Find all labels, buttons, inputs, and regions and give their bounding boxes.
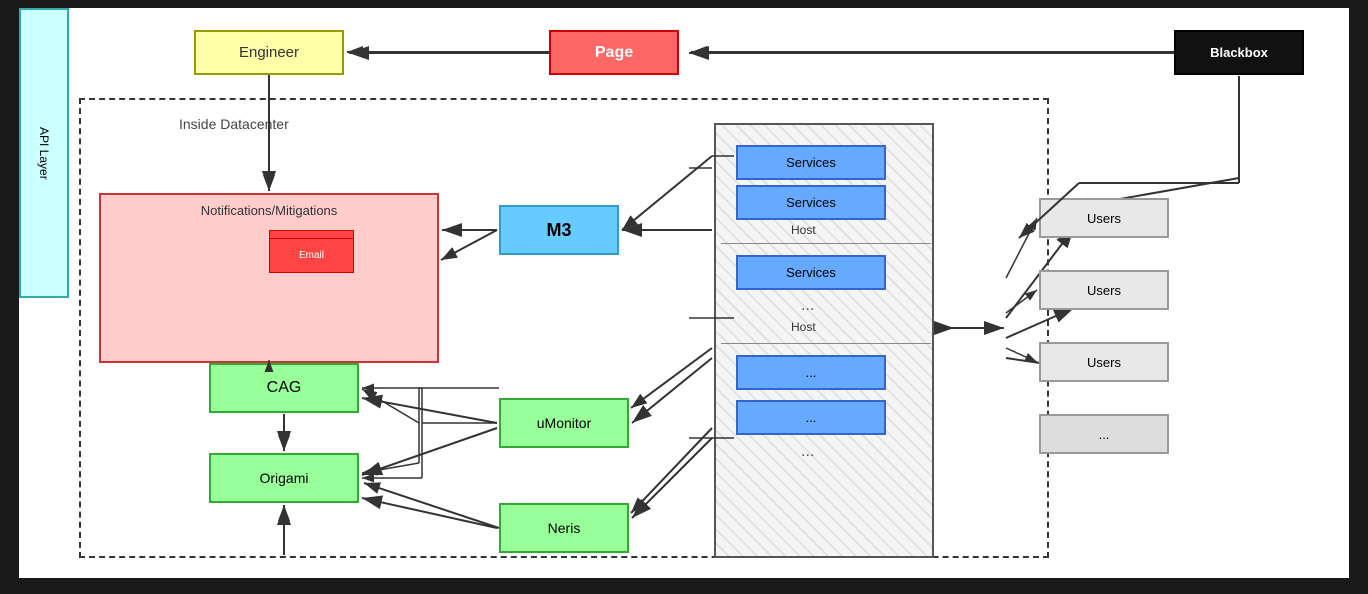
blackbox-box: Blackbox	[1174, 30, 1304, 75]
host-label-2: Host	[791, 320, 816, 334]
origami-label: Origami	[259, 470, 308, 486]
m3-box: M3	[499, 205, 619, 255]
email-btn[interactable]: Email	[269, 238, 354, 273]
dots-label-1: ...	[801, 297, 814, 315]
notifications-title: Notifications/Mitigations	[201, 203, 338, 218]
inside-datacenter-label: Inside Datacenter	[179, 116, 289, 132]
users-label-1: Users	[1087, 211, 1121, 226]
services-box-1: Services	[736, 145, 886, 180]
dots-box-3: ...	[736, 400, 886, 435]
cag-label: CAG	[267, 379, 302, 397]
page-label: Page	[595, 44, 633, 62]
notifications-box: Notifications/Mitigations Config Rollbac…	[99, 193, 439, 363]
umonitor-label: uMonitor	[537, 415, 591, 431]
page-box: Page	[549, 30, 679, 75]
users-label-2: Users	[1087, 283, 1121, 298]
users-box-3: Users	[1039, 342, 1169, 382]
hosts-region: Services Services Host Services ... Host…	[714, 123, 934, 558]
users-box-1: Users	[1039, 198, 1169, 238]
api-layer-label: API Layer	[37, 127, 51, 180]
umonitor-box: uMonitor	[499, 398, 629, 448]
blackbox-label: Blackbox	[1210, 45, 1268, 60]
origami-box: Origami	[209, 453, 359, 503]
neris-label: Neris	[548, 520, 581, 536]
services-box-3: Services	[736, 255, 886, 290]
engineer-box: Engineer	[194, 30, 344, 75]
dots-label-bottom: ...	[801, 443, 814, 461]
users-box-2: Users	[1039, 270, 1169, 310]
users-label-4: ...	[1099, 427, 1110, 442]
users-label-3: Users	[1087, 355, 1121, 370]
api-layer-box: API Layer	[19, 8, 69, 298]
users-box-4: ...	[1039, 414, 1169, 454]
dots-3: ...	[806, 410, 817, 425]
neris-box: Neris	[499, 503, 629, 553]
dots-2: ...	[806, 365, 817, 380]
cag-box: CAG	[209, 363, 359, 413]
dots-box-2: ...	[736, 355, 886, 390]
engineer-label: Engineer	[239, 44, 299, 61]
m3-label: M3	[546, 220, 571, 241]
services-box-2: Services	[736, 185, 886, 220]
host-label-1: Host	[791, 223, 816, 237]
